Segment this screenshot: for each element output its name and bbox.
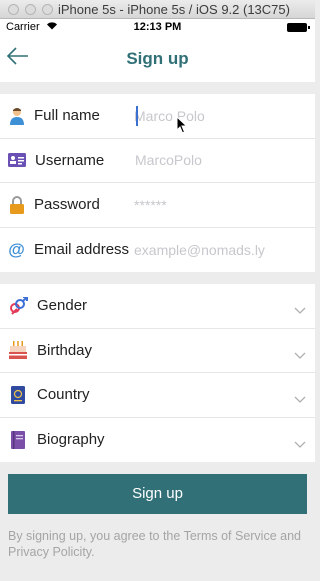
text-fields-group: Full name Username Password xyxy=(0,94,316,273)
country-label: Country xyxy=(37,386,90,404)
chevron-down-icon xyxy=(294,435,306,453)
passport-icon xyxy=(8,385,28,405)
biography-select[interactable]: Biography xyxy=(0,418,315,463)
at-icon: @ xyxy=(8,240,25,260)
select-fields-group: Gender Birthday Country Biography xyxy=(0,284,315,462)
text-cursor xyxy=(136,106,138,126)
password-row[interactable]: Password xyxy=(0,183,315,228)
password-label: Password xyxy=(34,196,100,214)
status-bar: Carrier 12:13 PM xyxy=(0,19,315,36)
book-icon xyxy=(8,430,28,450)
username-input[interactable] xyxy=(135,145,316,176)
section-spacer xyxy=(0,82,315,94)
email-input[interactable] xyxy=(134,234,315,265)
email-row[interactable]: @ Email address xyxy=(0,228,315,273)
password-input[interactable] xyxy=(134,189,315,220)
mouse-pointer-icon xyxy=(176,115,188,139)
gender-label: Gender xyxy=(37,297,88,315)
chevron-down-icon xyxy=(294,346,306,364)
window-title: iPhone 5s - iPhone 5s / iOS 9.2 (13C75) xyxy=(58,2,290,17)
sign-up-button[interactable]: Sign up xyxy=(8,474,307,514)
lock-icon xyxy=(8,195,25,215)
navigation-bar: Sign up xyxy=(0,36,315,82)
id-card-icon xyxy=(8,150,26,170)
section-spacer xyxy=(0,272,315,284)
gender-icon xyxy=(8,296,28,316)
full-name-input[interactable] xyxy=(134,100,315,131)
chevron-down-icon xyxy=(294,390,306,408)
full-name-label: Full name xyxy=(34,107,100,125)
terms-notice: By signing up, you agree to the Terms of… xyxy=(8,529,301,559)
birthday-select[interactable]: Birthday xyxy=(0,329,315,373)
battery-icon xyxy=(287,23,310,32)
email-label: Email address xyxy=(34,241,130,259)
cake-icon xyxy=(8,340,28,360)
minimize-window-button[interactable] xyxy=(25,3,36,15)
window-controls xyxy=(0,3,53,15)
username-row[interactable]: Username xyxy=(0,139,316,183)
country-select[interactable]: Country xyxy=(0,373,315,418)
chevron-down-icon xyxy=(294,301,306,319)
simulator-window-bar: iPhone 5s - iPhone 5s / iOS 9.2 (13C75) xyxy=(0,0,315,19)
close-window-button[interactable] xyxy=(8,3,19,15)
status-time: 12:13 PM xyxy=(133,21,182,33)
username-label: Username xyxy=(35,151,105,169)
page-title: Sign up xyxy=(126,49,189,68)
zoom-window-button[interactable] xyxy=(42,3,53,15)
full-name-row[interactable]: Full name xyxy=(0,94,315,139)
biography-label: Biography xyxy=(37,431,105,449)
gender-select[interactable]: Gender xyxy=(0,284,315,329)
birthday-label: Birthday xyxy=(37,341,93,359)
person-icon xyxy=(8,106,25,126)
